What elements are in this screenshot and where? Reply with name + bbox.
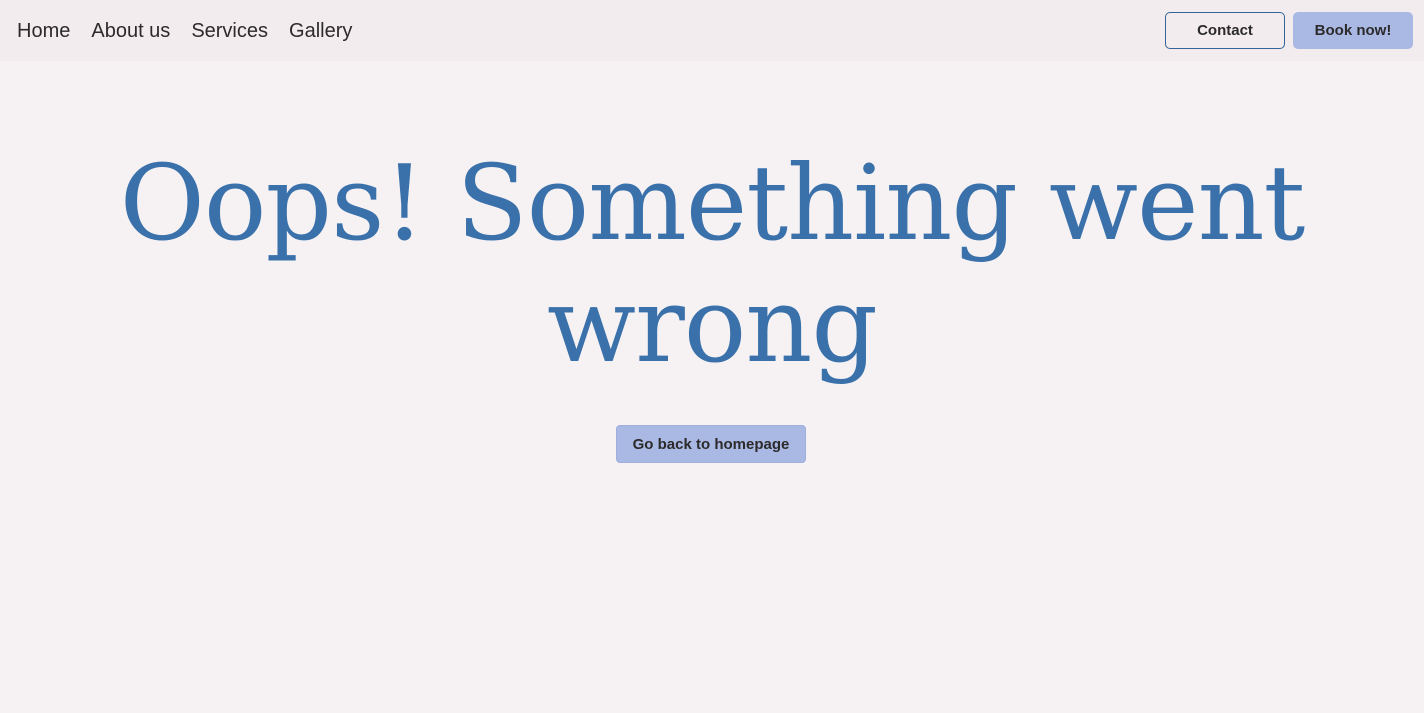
nav-actions: Contact Book now! xyxy=(1165,12,1413,49)
top-navbar: Home About us Services Gallery Contact B… xyxy=(0,0,1424,61)
nav-link-about-us[interactable]: About us xyxy=(91,21,170,41)
nav-link-services[interactable]: Services xyxy=(191,21,268,41)
nav-link-home[interactable]: Home xyxy=(17,21,70,41)
main-nav: Home About us Services Gallery xyxy=(17,21,373,41)
nav-link-gallery[interactable]: Gallery xyxy=(289,21,352,41)
contact-button[interactable]: Contact xyxy=(1165,12,1285,49)
book-now-button[interactable]: Book now! xyxy=(1293,12,1413,49)
go-home-button[interactable]: Go back to homepage xyxy=(616,425,806,463)
error-heading: Oops! Something went wrong xyxy=(119,142,1306,386)
